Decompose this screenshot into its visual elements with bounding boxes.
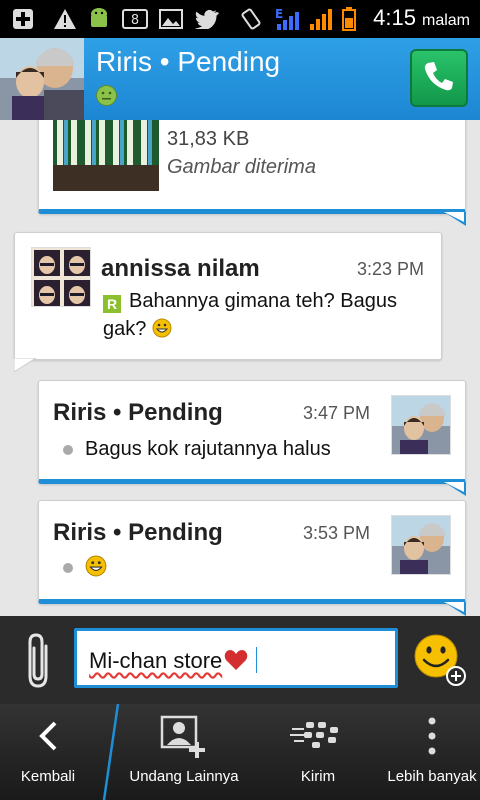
file-status: Gambar diterima bbox=[167, 156, 316, 178]
image-icon bbox=[158, 8, 184, 30]
phone-icon bbox=[422, 59, 456, 98]
bubble-tail bbox=[444, 482, 466, 496]
sender-name: annissa nilam bbox=[101, 255, 260, 282]
message-time: 3:53 PM bbox=[303, 523, 371, 543]
bubble-tail bbox=[444, 602, 466, 616]
notification-count-icon: 8 bbox=[122, 8, 148, 30]
received-image-thumbnail[interactable] bbox=[53, 120, 159, 191]
message-text bbox=[63, 553, 107, 585]
smiley-add-icon[interactable] bbox=[414, 634, 466, 686]
clock: 4:15 malam bbox=[373, 5, 470, 31]
sender-avatar[interactable] bbox=[391, 395, 451, 455]
message-time: 3:23 PM bbox=[357, 259, 425, 279]
chat-messages[interactable]: 31,83 KB Gambar diterima annissa nilam 3… bbox=[0, 120, 480, 616]
invite-more-button[interactable]: Undang Lainnya bbox=[116, 704, 252, 800]
delivery-status-icon bbox=[63, 562, 73, 573]
network-type-label: E bbox=[275, 7, 283, 21]
message-body: Bahannya gimana teh? Bagus gak? bbox=[103, 290, 397, 340]
message-text: Bagus kok rajutannya halus bbox=[63, 435, 331, 463]
file-size: 31,83 KB bbox=[167, 128, 250, 150]
data-signal-icon: E bbox=[272, 7, 306, 30]
clock-time: 4:15 bbox=[373, 5, 416, 30]
bottom-navigation: Kembali Undang Lainnya Kirim Lebih banya… bbox=[0, 704, 480, 800]
warning-icon bbox=[52, 8, 78, 30]
message-input[interactable]: Mi-chan store bbox=[74, 628, 398, 688]
clock-period: malam bbox=[421, 12, 470, 29]
sender-name: Riris • Pending bbox=[53, 399, 223, 426]
outgoing-message[interactable]: Riris • Pending 3:47 PM Bagus kok rajuta… bbox=[38, 380, 466, 484]
grin-emoji-icon bbox=[152, 318, 172, 346]
android-icon bbox=[86, 8, 112, 30]
incoming-message[interactable]: annissa nilam 3:23 PM R Bahannya gimana t… bbox=[14, 232, 442, 360]
text-cursor bbox=[256, 647, 258, 673]
contact-avatar[interactable] bbox=[0, 38, 84, 120]
bbm-send-icon bbox=[290, 704, 346, 768]
sender-avatar[interactable] bbox=[31, 247, 91, 307]
back-label: Kembali bbox=[20, 768, 76, 785]
message-composer: Mi-chan store bbox=[0, 616, 480, 704]
outgoing-message[interactable]: Riris • Pending 3:53 PM bbox=[38, 500, 466, 604]
message-body: Bagus kok rajutannya halus bbox=[85, 438, 331, 460]
status-bar: 8 E 4:15 malam bbox=[0, 0, 480, 38]
message-time: 3:47 PM bbox=[303, 403, 371, 423]
send-label: Kirim bbox=[300, 768, 336, 785]
sender-avatar[interactable] bbox=[391, 515, 451, 575]
grin-emoji-icon bbox=[85, 555, 107, 585]
vibrate-icon bbox=[238, 8, 264, 30]
heart-emoji-icon bbox=[224, 649, 248, 677]
back-icon bbox=[37, 704, 59, 768]
bubble-tail bbox=[444, 212, 466, 226]
cell-signal-icon bbox=[308, 8, 336, 30]
notification-badge-count: 8 bbox=[131, 13, 139, 28]
message-text: R Bahannya gimana teh? Bagus gak? bbox=[103, 287, 423, 346]
chat-header: Riris • Pending bbox=[0, 38, 480, 120]
invite-more-label: Undang Lainnya bbox=[129, 768, 239, 785]
more-label: Lebih banyak bbox=[387, 768, 477, 785]
battery-icon bbox=[340, 7, 358, 31]
send-button[interactable]: Kirim bbox=[268, 704, 368, 800]
more-icon bbox=[427, 704, 437, 768]
twitter-icon bbox=[194, 8, 220, 30]
paperclip-icon[interactable] bbox=[26, 632, 54, 695]
call-button[interactable] bbox=[410, 49, 468, 107]
back-button[interactable]: Kembali bbox=[0, 704, 96, 800]
read-receipt-icon: R bbox=[103, 295, 121, 313]
bubble-tail bbox=[14, 358, 36, 372]
message-input-text: Mi-chan store bbox=[89, 648, 223, 673]
chat-title: Riris • Pending bbox=[96, 46, 281, 77]
sender-name: Riris • Pending bbox=[53, 519, 223, 546]
add-contact-icon bbox=[158, 704, 210, 768]
delivery-status-icon bbox=[63, 444, 73, 455]
more-button[interactable]: Lebih banyak bbox=[380, 704, 480, 800]
neutral-face-icon bbox=[96, 85, 117, 106]
add-icon bbox=[10, 8, 36, 30]
image-message[interactable]: 31,83 KB Gambar diterima bbox=[38, 120, 466, 214]
